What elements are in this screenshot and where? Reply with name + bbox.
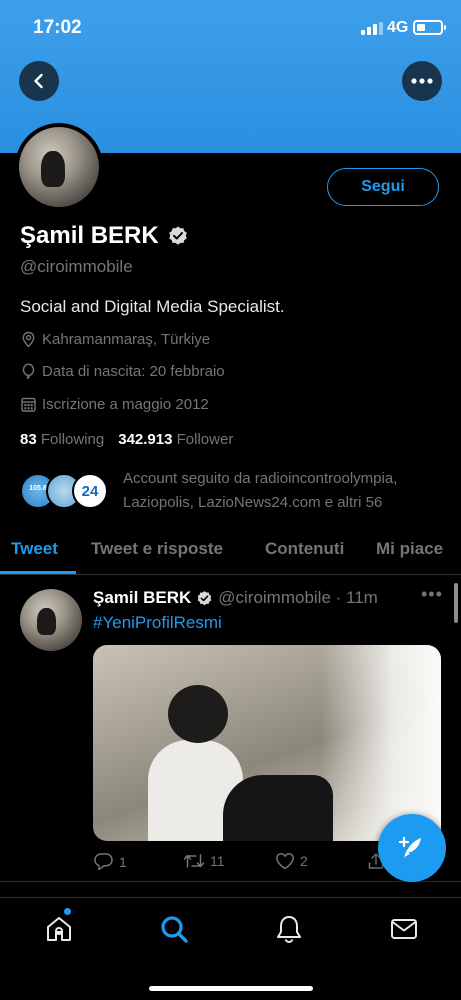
following-link[interactable]: 83 Following: [20, 431, 104, 448]
tweet-more-icon[interactable]: •••: [421, 584, 443, 605]
back-button[interactable]: [19, 61, 59, 101]
joined-text: Iscrizione a maggio 2012: [42, 396, 209, 413]
tweet-hashtag[interactable]: #YeniProfilResmi: [93, 613, 222, 633]
location-pin-icon: [22, 331, 35, 348]
retweet-count: 11: [210, 853, 225, 869]
tweet-handle-time: @ciroimmobile · 11m: [218, 588, 378, 607]
verified-badge-icon: [197, 590, 212, 605]
profile-location: Kahramanmaraş, Türkiye: [20, 331, 210, 348]
status-time: 17:02: [33, 17, 82, 38]
compose-feather-icon: [398, 836, 421, 858]
tweet-header: Şamil BERK @ciroimmobile · 11m: [93, 588, 378, 608]
like-count: 2: [300, 853, 308, 869]
profile-birthday: Data di nascita: 20 febbraio: [20, 363, 225, 380]
network-label: 4G: [387, 19, 409, 36]
retweet-icon: [183, 854, 205, 868]
bottom-tab-bar: [0, 897, 461, 1000]
more-dots-icon: [411, 78, 433, 84]
battery-icon: [413, 20, 446, 35]
compose-tweet-button[interactable]: [378, 814, 446, 882]
bell-icon[interactable]: [274, 914, 304, 944]
location-text: Kahramanmaraş, Türkiye: [42, 331, 211, 348]
like-button[interactable]: 2: [275, 852, 308, 870]
profile-name-row: Şamil BERK: [20, 222, 189, 250]
calendar-icon: [21, 397, 36, 412]
tab-tweet[interactable]: Tweet: [11, 539, 58, 559]
home-indicator: [149, 986, 313, 991]
reply-button[interactable]: 1: [93, 852, 127, 871]
profile-name: Şamil BERK: [20, 222, 159, 249]
retweet-button[interactable]: 11: [183, 852, 225, 870]
balloon-icon: [22, 363, 35, 380]
tab-tweet-e-risposte[interactable]: Tweet e risposte: [91, 539, 223, 559]
scrollbar[interactable]: [454, 583, 458, 623]
profile-joined: Iscrizione a maggio 2012: [20, 396, 209, 413]
followers-count: 342.913: [118, 431, 173, 448]
followed-by[interactable]: 105.8 24 Account seguito da radioincontr…: [20, 469, 440, 515]
birthday-text: Data di nascita: 20 febbraio: [42, 363, 225, 380]
profile-avatar[interactable]: [15, 123, 103, 211]
following-label: Following: [40, 431, 105, 448]
profile-tabs: Tweet Tweet e risposte Contenuti Mi piac…: [0, 527, 461, 575]
follow-counts: 83 Following 342.913 Follower: [20, 431, 233, 448]
followers-link[interactable]: 342.913 Follower: [118, 431, 233, 448]
tweet-image[interactable]: [93, 645, 441, 841]
verified-badge-icon: [168, 226, 187, 245]
signal-icon: [361, 22, 383, 35]
profile-handle: @ciroimmobile: [20, 257, 133, 276]
followers-label: Follower: [176, 431, 234, 448]
followed-by-text: Account seguito da radioincontroolympia,…: [123, 470, 398, 511]
chevron-left-icon: [34, 73, 43, 89]
home-notification-dot: [64, 908, 71, 915]
heart-icon: [276, 853, 294, 870]
mail-icon[interactable]: [389, 914, 419, 944]
reply-icon: [94, 853, 113, 871]
tweet-author[interactable]: Şamil BERK: [93, 588, 191, 608]
status-bar: 17:02 4G: [0, 0, 461, 56]
active-tab-indicator: [0, 571, 76, 574]
follower-avatar: 24: [72, 473, 108, 509]
tweet-avatar[interactable]: [20, 589, 82, 651]
search-icon[interactable]: [159, 914, 189, 944]
more-button[interactable]: [402, 61, 442, 101]
reply-count: 1: [119, 853, 127, 870]
following-count: 83: [20, 431, 37, 448]
tab-contenuti[interactable]: Contenuti: [265, 539, 344, 559]
profile-bio: Social and Digital Media Specialist.: [20, 297, 285, 316]
follow-button[interactable]: Segui: [327, 168, 439, 206]
home-icon[interactable]: [44, 914, 74, 944]
tab-mi-piace[interactable]: Mi piace: [376, 539, 443, 559]
